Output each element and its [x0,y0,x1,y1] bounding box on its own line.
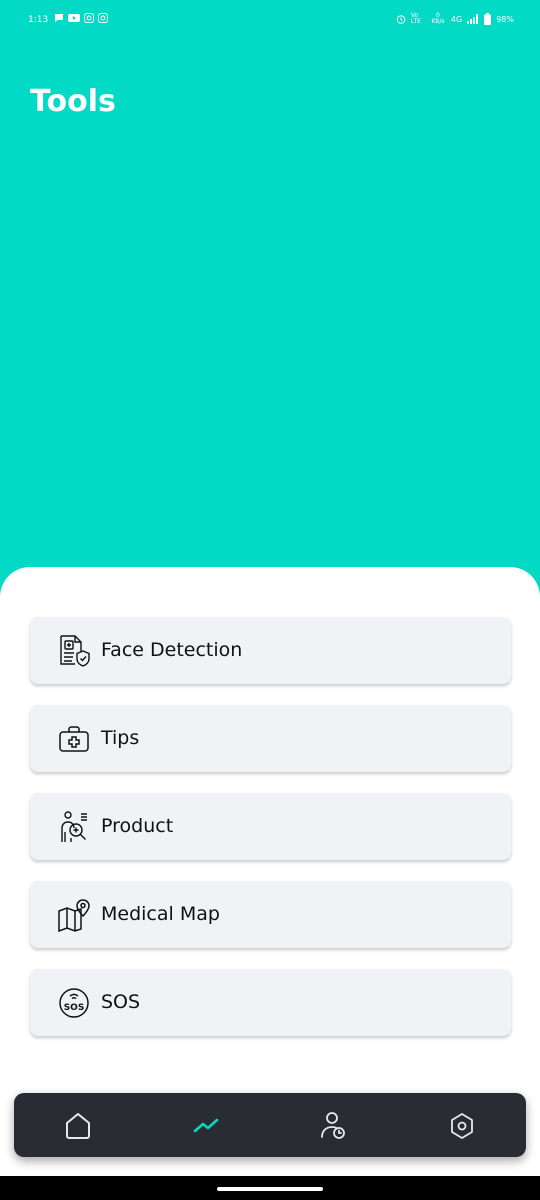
medical-record-shield-icon [60,635,90,667]
instagram-icon [98,13,108,23]
battery-level: 98% [496,14,514,24]
network-speed: 0 KB/s [431,12,445,25]
tool-label: Tips [101,727,140,749]
volte-indicator: Vo LTE [410,12,421,25]
tool-card-sos[interactable]: SOS SOS [30,969,511,1036]
system-nav-bar [0,1176,540,1200]
tool-label: Product [101,815,174,837]
signal-icon [467,14,479,24]
tool-card-face-detection[interactable]: Face Detection [30,617,511,684]
tool-card-tips[interactable]: Tips [30,705,511,772]
tool-label: Medical Map [101,903,220,925]
bottom-nav [14,1093,526,1157]
tool-label: Face Detection [101,639,243,661]
home-indicator[interactable] [217,1187,323,1191]
chat-icon [55,14,63,22]
hexagon-settings-icon[interactable] [445,1109,479,1143]
tool-label: SOS [101,991,141,1013]
alarm-icon [396,15,406,24]
home-icon[interactable] [61,1109,95,1143]
network-type: 4G [450,14,463,24]
battery-icon [484,13,492,25]
status-bar: 1:13 Vo LTE 0 KB/s 4G 98% [0,0,540,40]
sos-icon: SOS [59,988,89,1018]
page-title: Tools [30,84,116,119]
tool-card-medical-map[interactable]: Medical Map [30,881,511,948]
user-clock-icon[interactable] [317,1109,351,1143]
map-pin-icon [58,899,90,932]
person-search-icon [61,811,87,842]
tool-card-product[interactable]: Product [30,793,511,860]
instagram-icon [84,13,94,23]
status-system-icons: Vo LTE 0 KB/s 4G 98% [396,13,514,25]
status-time: 1:13 [28,15,49,25]
first-aid-kit-icon [59,726,89,752]
youtube-icon [68,14,80,22]
trend-line-icon[interactable] [189,1109,223,1143]
status-notification-icons [54,13,108,23]
svg-text:SOS: SOS [64,1003,85,1013]
